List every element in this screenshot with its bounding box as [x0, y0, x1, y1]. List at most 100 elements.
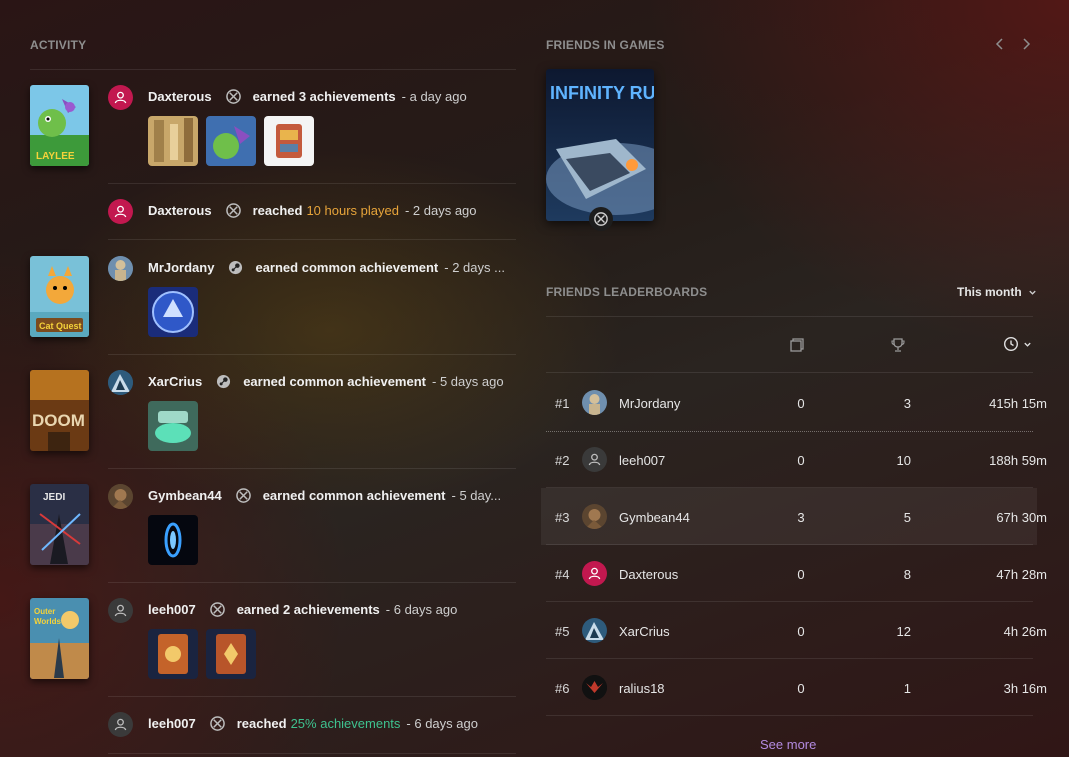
activity-time: - 2 days ...	[444, 260, 505, 275]
achievement-icon[interactable]	[148, 287, 198, 337]
rank: #5	[555, 624, 570, 639]
activity-row: Gymbean44 earned common achievement - 5 …	[108, 484, 516, 565]
player-name: leeh007	[619, 453, 666, 468]
avatar	[582, 447, 607, 472]
time-played: 188h 59m	[989, 453, 1047, 468]
username[interactable]: Daxterous	[148, 89, 212, 104]
rank: #4	[555, 567, 570, 582]
leaderboard-row[interactable]: #4 Daxterous 0 8 47h 28m	[541, 545, 1047, 602]
player-name: XarCrius	[619, 624, 670, 639]
trophy-count: 10	[896, 453, 911, 468]
activity-row: Daxterous earned 3 achievements - a day …	[108, 85, 516, 166]
games-count: 0	[797, 396, 805, 411]
divider	[108, 753, 516, 754]
games-count: 3	[797, 510, 805, 525]
period-dropdown[interactable]: This month	[957, 285, 1037, 299]
svg-text:Outer: Outer	[34, 607, 55, 616]
time-played: 4h 26m	[1003, 624, 1047, 639]
activity-section: ACTIVITY LAYLEE Daxterous earned 3 achie…	[30, 0, 516, 757]
game-cover-jedi-fallen-order[interactable]: JEDI	[30, 484, 89, 565]
trophy-icon	[890, 337, 906, 358]
avatar[interactable]	[108, 370, 133, 395]
svg-text:JEDI: JEDI	[43, 492, 65, 503]
activity-time: - 6 days ago	[406, 716, 478, 731]
chevron-down-icon	[1028, 290, 1036, 295]
username[interactable]: MrJordany	[148, 260, 214, 275]
avatar[interactable]	[108, 85, 133, 110]
activity-row: MrJordany earned common achievement - 2 …	[108, 256, 516, 337]
achievement-list	[148, 116, 314, 166]
achievement-list	[148, 401, 198, 451]
time-sort-dropdown[interactable]	[1003, 336, 1032, 352]
leaderboard-row[interactable]: #2 leeh007 0 10 188h 59m	[541, 431, 1047, 488]
avatar[interactable]	[108, 712, 133, 737]
activity-time: - 5 day...	[451, 488, 502, 503]
user-icon	[114, 718, 127, 731]
achievement-icon[interactable]	[148, 116, 198, 166]
trophy-count: 8	[903, 567, 911, 582]
avatar[interactable]	[108, 199, 133, 224]
trophy-count: 1	[903, 681, 911, 696]
avatar	[582, 675, 607, 700]
game-cover-cat-quest[interactable]: Cat Quest	[30, 256, 89, 337]
friends-in-games-title: FRIENDS IN GAMES	[546, 38, 665, 52]
activity-row: leeh007 reached 25% achievements - 6 day…	[108, 712, 516, 742]
time-played: 415h 15m	[989, 396, 1047, 411]
username[interactable]: leeh007	[148, 602, 196, 617]
chevron-right-icon[interactable]	[1018, 36, 1034, 52]
avatar[interactable]	[108, 598, 133, 623]
activity-text: leeh007 reached 25% achievements - 6 day…	[148, 716, 478, 731]
leaderboard-row[interactable]: #5 XarCrius 0 12 4h 26m	[541, 602, 1047, 659]
game-cover-doom[interactable]: DOOM	[30, 370, 89, 451]
player-name: MrJordany	[619, 396, 681, 411]
achievement-icon[interactable]	[206, 116, 256, 166]
user-icon	[114, 604, 127, 617]
xbox-icon	[209, 602, 225, 617]
divider	[108, 696, 516, 697]
game-tile-infinity-runner[interactable]: INFINITY RUNNER	[546, 69, 654, 221]
achievement-icon[interactable]	[264, 116, 314, 166]
username[interactable]: Daxterous	[148, 203, 212, 218]
time-played: 3h 16m	[1003, 681, 1047, 696]
games-owned-icon	[789, 337, 805, 358]
chevron-left-icon[interactable]	[992, 36, 1008, 52]
game-cover-the-outer-worlds[interactable]: Outer Worlds	[30, 598, 89, 679]
xbox-icon	[589, 207, 613, 231]
username[interactable]: XarCrius	[148, 374, 202, 389]
activity-entry: Cat Quest MrJordany earned common achiev…	[30, 240, 516, 355]
achievement-icon[interactable]	[148, 515, 198, 565]
activity-highlight: 10 hours played	[306, 203, 399, 218]
achievement-icon[interactable]	[206, 629, 256, 679]
leaderboard-row-current-user[interactable]: #3 Gymbean44 3 5 67h 30m	[541, 488, 1047, 545]
username[interactable]: leeh007	[148, 716, 196, 731]
user-icon	[114, 205, 127, 218]
achievement-list	[148, 515, 198, 565]
leaderboard-row[interactable]: #1 MrJordany 0 3 415h 15m	[541, 374, 1047, 431]
avatar[interactable]	[108, 256, 133, 281]
rank: #6	[555, 681, 570, 696]
xbox-icon	[209, 716, 225, 731]
user-icon	[588, 453, 601, 466]
time-played: 47h 28m	[996, 567, 1047, 582]
see-more-link[interactable]: See more	[760, 737, 816, 752]
achievement-icon[interactable]	[148, 401, 198, 451]
achievement-icon[interactable]	[148, 629, 198, 679]
xbox-icon	[225, 89, 241, 104]
activity-text: Daxterous earned 3 achievements - a day …	[148, 89, 467, 104]
username[interactable]: Gymbean44	[148, 488, 222, 503]
user-icon	[114, 91, 127, 104]
rank: #3	[555, 510, 570, 525]
divider	[546, 715, 1033, 716]
time-played: 67h 30m	[996, 510, 1047, 525]
avatar	[582, 504, 607, 529]
xbox-icon	[235, 488, 251, 503]
avatar	[582, 390, 607, 415]
activity-text: MrJordany earned common achievement - 2 …	[148, 260, 505, 275]
xbox-icon	[225, 203, 241, 218]
game-cover-yooka-laylee[interactable]: LAYLEE	[30, 85, 89, 166]
avatar[interactable]	[108, 484, 133, 509]
svg-text:Worlds: Worlds	[34, 617, 62, 626]
user-icon	[588, 567, 601, 580]
leaderboard-row[interactable]: #6 ralius18 0 1 3h 16m	[541, 659, 1047, 716]
player-name: Daxterous	[619, 567, 679, 582]
